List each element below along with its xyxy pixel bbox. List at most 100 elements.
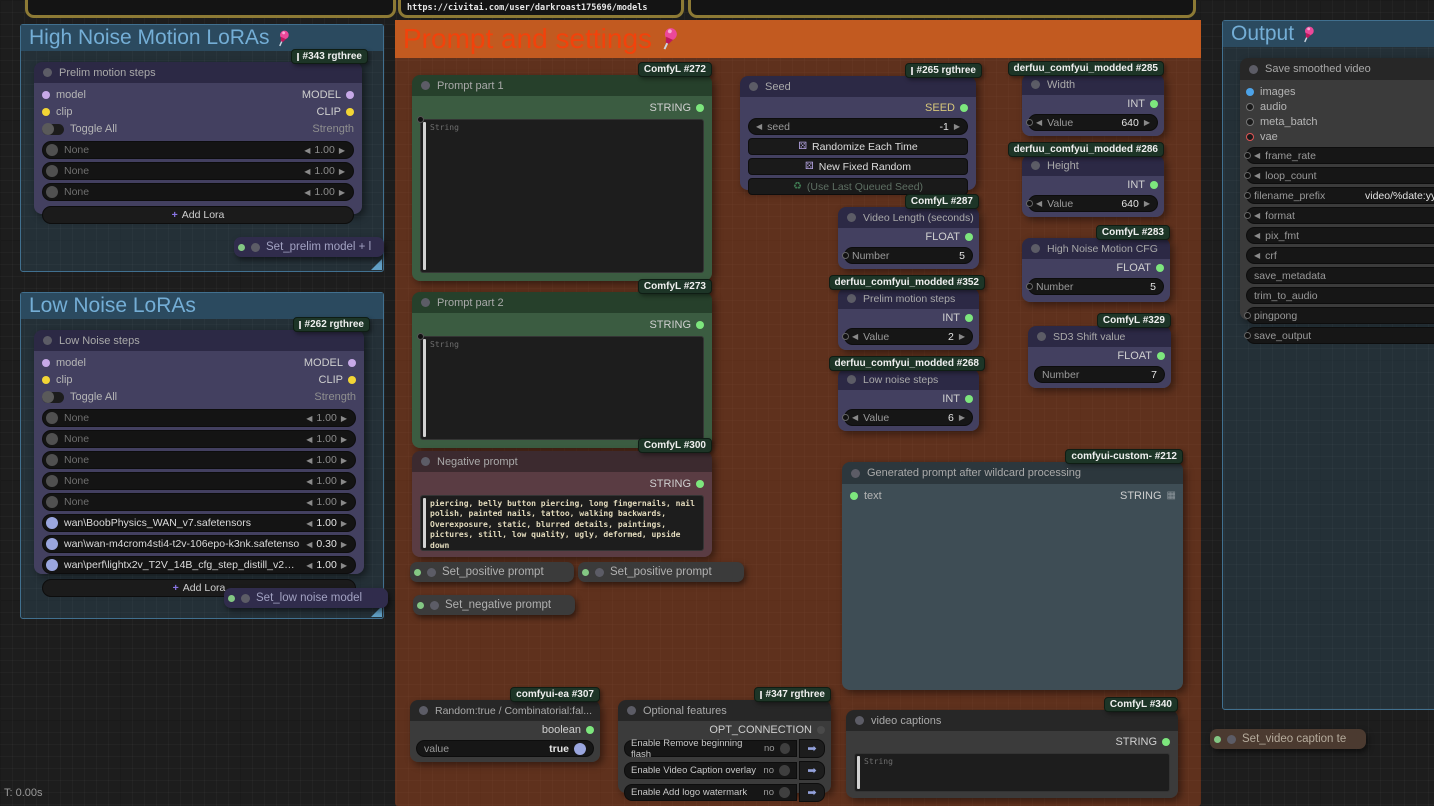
lora-row[interactable]: None◀1.00▶	[42, 493, 356, 511]
lora-toggle-icon[interactable]	[46, 496, 58, 508]
widget-slot-icon[interactable]	[1026, 119, 1033, 126]
textarea-scrollbar[interactable]	[423, 498, 426, 548]
node-header[interactable]: SD3 Shift value	[1028, 326, 1171, 347]
textarea-scrollbar[interactable]	[423, 339, 426, 437]
slot-dot-icon[interactable]	[228, 595, 235, 602]
lora-strength-value[interactable]: 1.00	[316, 433, 336, 445]
feature-toggle[interactable]: Enable Video Caption overlay no	[624, 762, 797, 779]
collapse-dot-icon[interactable]	[595, 568, 604, 577]
string-output-slot[interactable]	[696, 104, 704, 112]
model-input-slot[interactable]	[42, 91, 50, 99]
value-widget[interactable]: ◀Value 6▶	[844, 409, 973, 426]
arrow-right-icon[interactable]: ➡	[799, 739, 825, 758]
widget-slot-icon[interactable]	[842, 414, 849, 421]
toggle-knob-icon[interactable]	[779, 765, 790, 776]
format-widget[interactable]: ◀format	[1246, 207, 1434, 224]
node-graph-canvas[interactable]: https://civitai.com/user/darkroast175696…	[0, 0, 1434, 806]
lora-row[interactable]: None ◀1.00▶	[42, 162, 354, 180]
trim-to-audio-widget[interactable]: trim_to_audio	[1246, 287, 1434, 304]
node-set-positive-prompt-1[interactable]: Set_positive prompt	[410, 562, 574, 582]
seed-output-slot[interactable]	[960, 104, 968, 112]
value-widget[interactable]: ◀Value 640▶	[1028, 114, 1158, 131]
group-resize-handle[interactable]	[371, 259, 382, 270]
textarea-scrollbar[interactable]	[423, 122, 426, 270]
collapse-dot-icon[interactable]	[421, 457, 430, 466]
lora-strength-value[interactable]: 1.00	[314, 186, 334, 198]
int-output-slot[interactable]	[1150, 100, 1158, 108]
video-captions-input[interactable]	[854, 753, 1170, 792]
value-widget[interactable]: ◀Value 2▶	[844, 328, 973, 345]
node-header[interactable]: Prompt part 2	[412, 292, 712, 313]
lora-strength-value[interactable]: 1.00	[316, 454, 336, 466]
lora-strength-value[interactable]: 1.00	[316, 412, 336, 424]
group-prompt-settings-title[interactable]: Prompt and settings	[395, 20, 1201, 58]
string-output-slot[interactable]	[696, 480, 704, 488]
node-header[interactable]: High Noise Motion CFG	[1022, 238, 1170, 259]
collapse-dot-icon[interactable]	[251, 243, 260, 252]
number-widget[interactable]: Number 7	[1034, 366, 1165, 383]
node-header[interactable]: Low Noise steps	[34, 330, 364, 351]
loop-count-widget[interactable]: ◀loop_count	[1246, 167, 1434, 184]
use-last-queued-seed-button[interactable]: ♻ (Use Last Queued Seed)	[748, 178, 968, 195]
toggle-all-switch[interactable]	[42, 124, 64, 135]
lora-toggle-icon[interactable]	[46, 517, 58, 529]
collapse-dot-icon[interactable]	[627, 706, 636, 715]
widget-slot-icon[interactable]	[1244, 212, 1251, 219]
lora-strength-value[interactable]: 1.00	[316, 517, 336, 529]
clip-output-slot[interactable]	[346, 108, 354, 116]
widget-slot-icon[interactable]	[842, 333, 849, 340]
lora-row[interactable]: None ◀1.00▶	[42, 141, 354, 159]
boolean-toggle-widget[interactable]: value true	[416, 740, 594, 757]
node-set-video-caption[interactable]: Set_video caption te	[1210, 729, 1366, 749]
collapse-dot-icon[interactable]	[427, 568, 436, 577]
collapse-dot-icon[interactable]	[1227, 735, 1236, 744]
boolean-output-slot[interactable]	[586, 726, 594, 734]
clip-output-slot[interactable]	[348, 376, 356, 384]
lora-row[interactable]: None◀1.00▶	[42, 409, 356, 427]
collapse-dot-icon[interactable]	[1031, 80, 1040, 89]
lora-strength-value[interactable]: 1.00	[316, 475, 336, 487]
vae-input-slot[interactable]	[1246, 133, 1254, 141]
value-widget[interactable]: ◀Value 640▶	[1028, 195, 1158, 212]
widget-slot-icon[interactable]	[1244, 192, 1251, 199]
widget-slot-icon[interactable]	[1026, 283, 1033, 290]
lora-row[interactable]: wan\BoobPhysics_WAN_v7.safetensors◀1.00▶	[42, 514, 356, 532]
lora-row[interactable]: None◀1.00▶	[42, 430, 356, 448]
float-output-slot[interactable]	[965, 233, 973, 241]
lora-strength-value[interactable]: 1.00	[314, 144, 334, 156]
group-output-title[interactable]: Output	[1223, 21, 1434, 47]
toggle-all-switch[interactable]	[42, 392, 64, 403]
collapse-dot-icon[interactable]	[241, 594, 250, 603]
textarea-scrollbar[interactable]	[857, 756, 860, 789]
int-output-slot[interactable]	[965, 314, 973, 322]
save-metadata-widget[interactable]: save_metadata	[1246, 267, 1434, 284]
clip-input-slot[interactable]	[42, 376, 50, 384]
pix-fmt-widget[interactable]: ◀pix_fmt	[1246, 227, 1434, 244]
node-set-low-noise-model[interactable]: Set_low noise model	[224, 588, 388, 608]
lora-toggle-icon[interactable]	[46, 412, 58, 424]
node-header[interactable]: Save smoothed video	[1240, 58, 1434, 80]
widget-slot-icon[interactable]	[1244, 312, 1251, 319]
feature-toggle[interactable]: Enable Add logo watermark no	[624, 784, 797, 801]
collapse-dot-icon[interactable]	[847, 294, 856, 303]
lora-toggle-icon[interactable]	[46, 165, 58, 177]
new-fixed-random-button[interactable]: ⚄ New Fixed Random	[748, 158, 968, 175]
collapse-dot-icon[interactable]	[419, 706, 428, 715]
prompt-part-1-input[interactable]	[420, 119, 704, 273]
lora-row[interactable]: None◀1.00▶	[42, 451, 356, 469]
lora-toggle-icon[interactable]	[46, 538, 58, 550]
widget-slot-icon[interactable]	[1244, 152, 1251, 159]
node-header[interactable]: Video Length (seconds)	[838, 207, 979, 228]
model-output-slot[interactable]	[346, 91, 354, 99]
grid-handle-icon[interactable]: ▦	[1167, 490, 1175, 501]
toggle-knob-icon[interactable]	[779, 787, 790, 798]
lora-row[interactable]: wan\perf\lightx2v_T2V_14B_cfg_step_disti…	[42, 556, 356, 574]
widget-slot-icon[interactable]	[1244, 332, 1251, 339]
collapse-dot-icon[interactable]	[421, 298, 430, 307]
add-lora-button[interactable]: + Add Lora	[42, 206, 354, 224]
text-input-slot[interactable]	[850, 492, 858, 500]
string-output-slot[interactable]	[1162, 738, 1170, 746]
lora-strength-value[interactable]: 0.30	[316, 538, 336, 550]
arrow-right-icon[interactable]: ➡	[799, 783, 825, 802]
collapse-dot-icon[interactable]	[851, 469, 860, 478]
